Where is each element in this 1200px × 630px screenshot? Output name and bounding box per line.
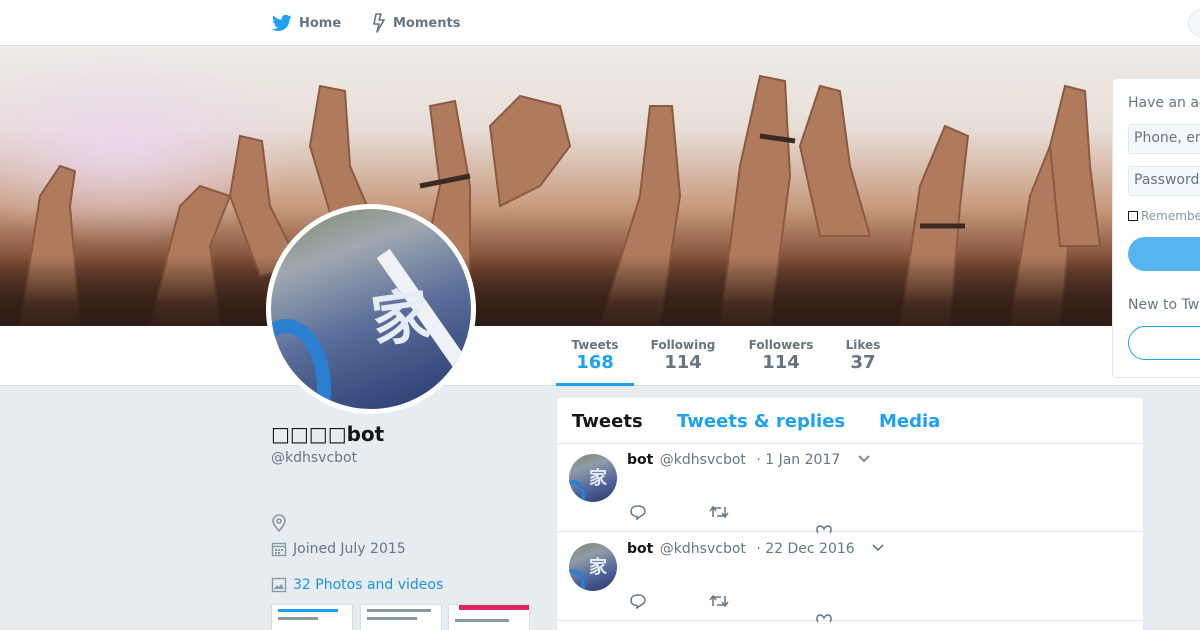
thumbnail-line — [367, 617, 417, 620]
tweet-author-handle[interactable]: @kdhsvcbot — [660, 541, 746, 557]
lightning-icon — [373, 13, 385, 33]
tweet-timestamp[interactable]: · 1 Jan 2017 — [756, 452, 840, 468]
tweet-header: bot @kdhsvcbot · 1 Jan 2017 — [627, 452, 840, 468]
banner-crowd-heads — [0, 256, 1200, 326]
top-navigation: Home Moments — [0, 0, 1200, 46]
signup-button[interactable] — [1128, 326, 1200, 360]
twitter-bird-icon — [272, 14, 292, 31]
stat-followers-value: 114 — [762, 352, 800, 373]
stat-followers-label: Followers — [748, 338, 814, 352]
profile-location — [271, 514, 293, 532]
login-title: Have an ac — [1128, 95, 1200, 111]
thumbnail-line — [367, 609, 431, 612]
chevron-down-icon[interactable] — [857, 454, 871, 464]
media-thumbnail[interactable] — [360, 604, 442, 630]
tweet-item[interactable]: 家 bot @kdhsvcbot · 22 Dec 2016 — [557, 533, 1143, 623]
tab-tweets-and-replies[interactable]: Tweets & replies — [677, 411, 845, 432]
tab-tweets[interactable]: Tweets — [572, 411, 643, 432]
tweet-author-name[interactable]: bot — [627, 452, 653, 468]
retweet-icon[interactable] — [709, 593, 729, 609]
stat-tweets-label: Tweets — [571, 338, 619, 352]
tweet-author-handle[interactable]: @kdhsvcbot — [660, 452, 746, 468]
location-pin-icon — [272, 514, 286, 532]
calendar-icon — [271, 542, 287, 557]
stat-likes-label: Likes — [845, 338, 881, 352]
thumbnail-line — [278, 609, 338, 612]
chevron-down-icon[interactable] — [871, 543, 885, 553]
retweet-icon[interactable] — [709, 504, 729, 520]
stat-tweets[interactable]: Tweets 168 — [556, 338, 634, 386]
profile-navigation-bar: Tweets 168 Following 114 Followers 114 L… — [0, 326, 1200, 386]
thumbnail-line — [278, 617, 318, 620]
heart-icon[interactable] — [815, 613, 833, 623]
media-thumbnail[interactable] — [271, 604, 353, 630]
photos-link-label: 32 Photos and videos — [293, 577, 444, 593]
search-input[interactable] — [1188, 9, 1200, 37]
profile-name[interactable]: □□□□bot — [271, 422, 384, 446]
avatar-kanji: 家 — [367, 280, 435, 356]
remember-me-row[interactable]: Remembe — [1128, 209, 1200, 223]
stat-tweets-value: 168 — [576, 352, 614, 373]
profile-avatar[interactable]: 家 — [266, 204, 476, 414]
tweet-timestamp[interactable]: · 22 Dec 2016 — [756, 541, 854, 557]
tweet-timeline: Tweets Tweets & replies Media 家 bot @kdh… — [556, 397, 1144, 630]
stat-following-value: 114 — [664, 352, 702, 373]
new-to-twitter-label: New to Twi — [1128, 297, 1200, 313]
nav-moments-link[interactable]: Moments — [372, 0, 460, 46]
login-button[interactable] — [1128, 237, 1200, 271]
reply-icon[interactable] — [629, 504, 647, 520]
phone-email-input[interactable]: Phone, em — [1128, 124, 1200, 154]
tweet-avatar[interactable]: 家 — [569, 454, 617, 502]
stat-followers[interactable]: Followers 114 — [744, 338, 818, 374]
joined-text: Joined July 2015 — [293, 541, 406, 557]
nav-moments-label: Moments — [393, 15, 461, 31]
photo-icon — [271, 577, 287, 593]
avatar-kanji: 家 — [589, 468, 607, 489]
avatar-tire — [569, 480, 585, 502]
login-card: Have an ac Phone, em Password Remembe Ne… — [1112, 78, 1200, 378]
media-thumbnail[interactable] — [448, 604, 530, 630]
tweet-avatar[interactable]: 家 — [569, 543, 617, 591]
remember-me-checkbox[interactable] — [1128, 211, 1138, 221]
stat-following-label: Following — [650, 338, 716, 352]
tab-media[interactable]: Media — [879, 411, 940, 432]
nav-home-link[interactable]: Home — [272, 0, 341, 46]
remember-me-label: Remembe — [1141, 209, 1200, 223]
profile-banner-image — [0, 46, 1200, 326]
stat-following[interactable]: Following 114 — [646, 338, 720, 374]
reply-icon[interactable] — [629, 593, 647, 609]
avatar-tire — [569, 569, 585, 591]
password-input[interactable]: Password — [1128, 166, 1200, 196]
timeline-tabs: Tweets Tweets & replies Media — [557, 398, 1143, 444]
nav-home-label: Home — [299, 15, 342, 31]
avatar-tire — [271, 319, 331, 409]
stat-likes[interactable]: Likes 37 — [838, 338, 888, 374]
avatar-kanji: 家 — [589, 557, 607, 578]
profile-joined-date: Joined July 2015 — [271, 541, 406, 557]
tweet-item[interactable]: 家 bot @kdhsvcbot · 1 Jan 2017 — [557, 444, 1143, 534]
tweet-author-name[interactable]: bot — [627, 541, 653, 557]
photos-and-videos-link[interactable]: 32 Photos and videos — [271, 577, 443, 593]
thumbnail-line — [459, 605, 529, 610]
tweet-header: bot @kdhsvcbot · 22 Dec 2016 — [627, 541, 855, 557]
profile-handle[interactable]: @kdhsvcbot — [271, 450, 357, 466]
stat-likes-value: 37 — [850, 352, 876, 373]
thumbnail-line — [455, 619, 509, 622]
